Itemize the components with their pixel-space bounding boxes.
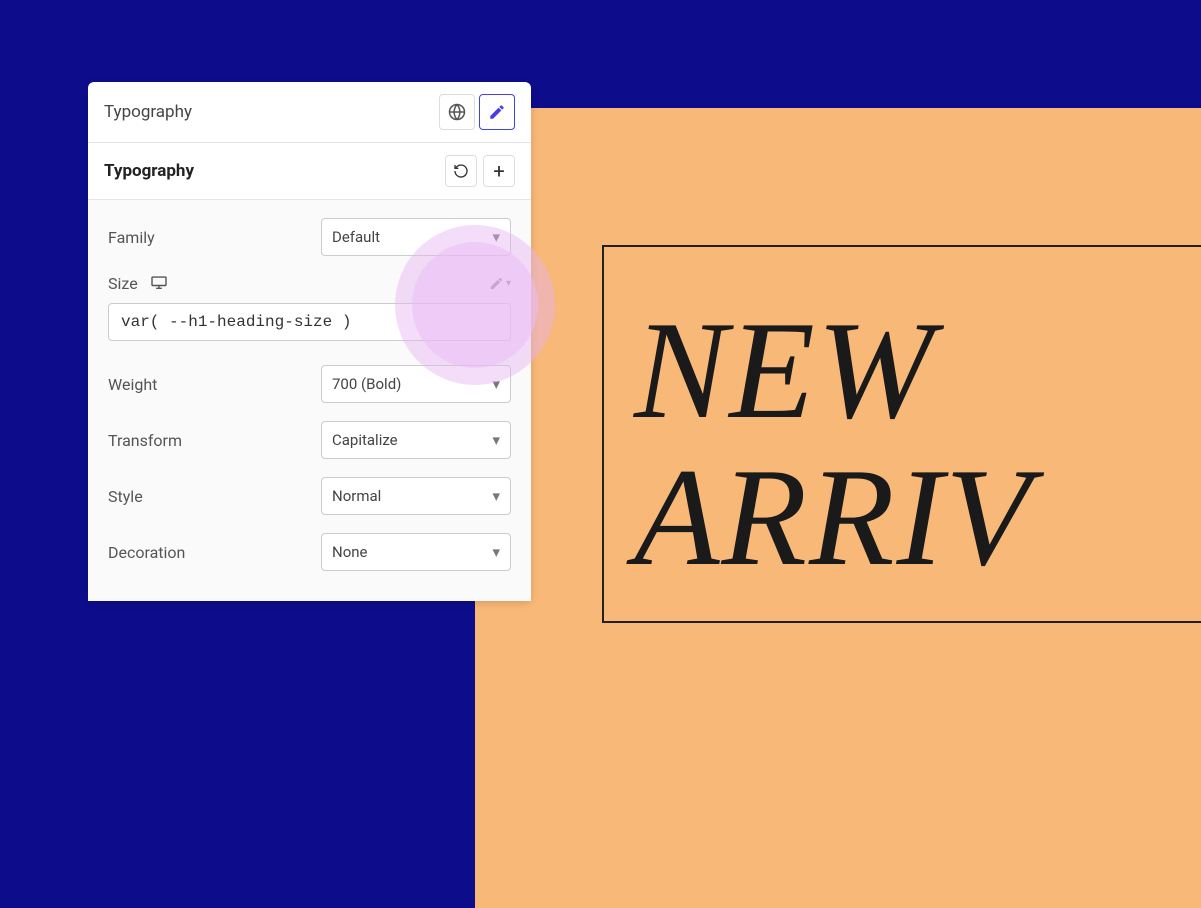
family-value: Default [332,228,380,246]
style-row: Style Normal ▾ [108,477,511,515]
desktop-icon[interactable] [150,274,168,293]
size-header: Size ▾ [108,274,511,293]
chevron-down-icon: ▾ [492,487,500,505]
size-input[interactable] [108,303,511,341]
pencil-icon [488,103,506,121]
weight-value: 700 (Bold) [332,375,401,393]
preview-line-1: NEW [634,293,936,448]
family-label: Family [108,228,155,247]
chevron-down-icon: ▾ [492,543,500,561]
panel-subheader: Typography + [88,142,531,200]
section-icons: + [445,155,515,187]
pencil-small-icon [489,276,504,291]
preview-text-frame: NEW ARRIV [602,245,1201,623]
size-row: Size ▾ [108,274,511,341]
size-label-text: Size [108,274,138,293]
decoration-select[interactable]: None ▾ [321,533,511,571]
style-label: Style [108,487,143,506]
size-unit-toggle[interactable]: ▾ [489,276,511,291]
weight-label: Weight [108,375,157,394]
section-title: Typography [104,161,194,181]
panel-title: Typography [104,102,192,122]
typography-panel: Typography Typography [88,82,531,601]
panel-header-icons [439,94,515,130]
family-row: Family Default ▾ [108,218,511,256]
chevron-down-icon: ▾ [492,375,500,393]
panel-header: Typography [88,82,531,142]
edit-button[interactable] [479,94,515,130]
transform-row: Transform Capitalize ▾ [108,421,511,459]
chevron-down-icon: ▾ [492,431,500,449]
preview-heading: NEW ARRIV [634,297,1201,591]
weight-select[interactable]: 700 (Bold) ▾ [321,365,511,403]
style-value: Normal [332,487,381,505]
plus-icon: + [493,159,504,183]
transform-label: Transform [108,431,182,450]
globe-icon [448,103,466,121]
undo-icon [453,163,469,179]
transform-select[interactable]: Capitalize ▾ [321,421,511,459]
decoration-row: Decoration None ▾ [108,533,511,571]
add-button[interactable]: + [483,155,515,187]
chevron-down-small-icon: ▾ [506,278,511,289]
decoration-label: Decoration [108,543,185,562]
globe-button[interactable] [439,94,475,130]
panel-body: Family Default ▾ Size [88,200,531,601]
size-label: Size [108,274,168,293]
decoration-value: None [332,543,368,561]
chevron-down-icon: ▾ [492,228,500,246]
preview-line-2: ARRIV [634,440,1033,595]
reset-button[interactable] [445,155,477,187]
weight-row: Weight 700 (Bold) ▾ [108,365,511,403]
style-select[interactable]: Normal ▾ [321,477,511,515]
family-select[interactable]: Default ▾ [321,218,511,256]
transform-value: Capitalize [332,431,398,449]
